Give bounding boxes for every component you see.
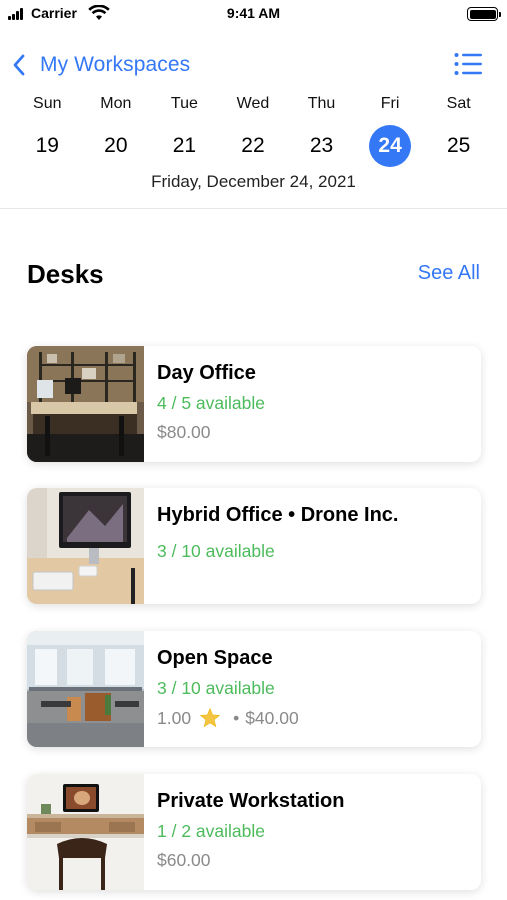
desk-info: Hybrid Office • Drone Inc. 3 / 10 availa… bbox=[157, 488, 471, 562]
desk-thumbnail bbox=[27, 488, 144, 604]
price-label: 1.00 • $40.00 bbox=[157, 707, 471, 729]
weekday-label: Thu bbox=[307, 95, 336, 112]
back-label: My Workspaces bbox=[40, 53, 191, 76]
desk-info: Private Workstation 1 / 2 available $60.… bbox=[157, 774, 471, 871]
date-cell[interactable]: 25 bbox=[424, 125, 493, 167]
desk-title: Open Space bbox=[157, 647, 273, 669]
availability-label: 4 / 5 available bbox=[157, 393, 265, 413]
status-bar: Carrier 9:41 AM bbox=[0, 0, 507, 28]
price-label: $60.00 bbox=[157, 850, 211, 870]
weekday-label: Sat bbox=[446, 95, 471, 112]
price-label: $80.00 bbox=[157, 422, 211, 442]
weekday-label: Tue bbox=[170, 95, 198, 112]
separator: • bbox=[233, 707, 240, 728]
date-cell[interactable]: 22 bbox=[219, 125, 288, 167]
desk-thumbnail bbox=[27, 346, 144, 462]
star-icon bbox=[199, 707, 221, 728]
weekday-label: Mon bbox=[100, 95, 132, 112]
weekday-row: Sun Mon Tue Wed Thu Fri Sat bbox=[13, 93, 493, 115]
chevron-left-icon bbox=[13, 54, 25, 76]
week-strip: Sun Mon Tue Wed Thu Fri Sat 19 20 21 22 … bbox=[13, 93, 493, 167]
desk-card[interactable]: Open Space 3 / 10 available 1.00 • $40.0… bbox=[27, 631, 481, 747]
price-value: $40.00 bbox=[245, 707, 299, 728]
divider bbox=[0, 208, 507, 209]
desk-thumbnail bbox=[27, 774, 144, 890]
battery-icon bbox=[467, 7, 501, 21]
availability-label: 3 / 10 available bbox=[157, 541, 275, 561]
see-all-button[interactable]: See All bbox=[418, 262, 480, 285]
list-icon[interactable] bbox=[454, 52, 482, 76]
weekday-label: Fri bbox=[380, 95, 400, 112]
desk-info: Open Space 3 / 10 available 1.00 • $40.0… bbox=[157, 631, 471, 729]
selected-date-label: Friday, December 24, 2021 bbox=[151, 172, 356, 191]
section-title: Desks bbox=[27, 259, 104, 289]
date-cell[interactable]: 20 bbox=[82, 125, 151, 167]
desk-title: Private Workstation bbox=[157, 790, 345, 812]
desk-title: Day Office bbox=[157, 362, 256, 384]
desk-card[interactable]: Hybrid Office • Drone Inc. 3 / 10 availa… bbox=[27, 488, 481, 604]
status-time: 9:41 AM bbox=[226, 5, 281, 21]
date-cell[interactable]: 19 bbox=[13, 125, 82, 167]
back-button[interactable]: My Workspaces bbox=[12, 50, 190, 80]
desk-card[interactable]: Private Workstation 1 / 2 available $60.… bbox=[27, 774, 481, 890]
desk-title: Hybrid Office • Drone Inc. bbox=[157, 504, 399, 526]
desk-card[interactable]: Day Office 4 / 5 available $80.00 bbox=[27, 346, 481, 462]
date-cell-selected[interactable]: 24 bbox=[356, 125, 425, 167]
weekday-label: Sun bbox=[33, 95, 62, 112]
desk-thumbnail bbox=[27, 631, 144, 747]
date-cell[interactable]: 23 bbox=[287, 125, 356, 167]
weekday-label: Wed bbox=[236, 95, 270, 112]
availability-label: 3 / 10 available bbox=[157, 678, 275, 698]
desk-info: Day Office 4 / 5 available $80.00 bbox=[157, 346, 471, 443]
date-row: 19 20 21 22 23 24 25 bbox=[13, 125, 493, 167]
rating-value: 1.00 bbox=[157, 707, 192, 728]
availability-label: 1 / 2 available bbox=[157, 821, 265, 841]
date-cell[interactable]: 21 bbox=[150, 125, 219, 167]
